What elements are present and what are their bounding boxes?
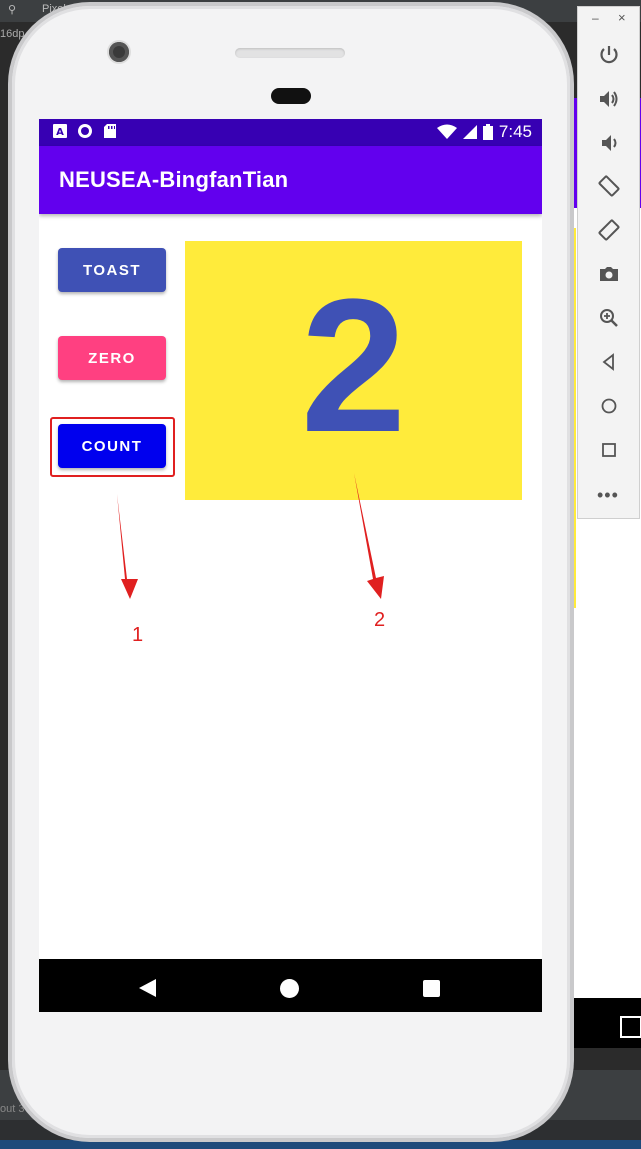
battery-icon — [482, 124, 493, 140]
back-icon[interactable] — [595, 348, 623, 376]
search-icon[interactable]: ⚲ — [8, 3, 16, 16]
home-icon[interactable] — [280, 979, 299, 998]
zero-button[interactable]: ZERO — [58, 336, 166, 380]
more-icon[interactable]: ••• — [597, 485, 619, 506]
signal-icon — [462, 125, 477, 139]
count-button[interactable]: COUNT — [58, 424, 166, 468]
recents-icon[interactable] — [423, 980, 440, 997]
camera-icon[interactable] — [595, 260, 623, 288]
volume-up-icon[interactable] — [595, 85, 623, 113]
circle-icon — [78, 124, 92, 138]
home-icon[interactable] — [595, 392, 623, 420]
navigation-bar — [39, 959, 542, 1012]
background-recents-icon — [620, 1016, 641, 1038]
ide-bottom-label: out 3 — [0, 1103, 25, 1115]
zoom-icon[interactable] — [595, 304, 623, 332]
ide-bottom-strip — [0, 1140, 641, 1149]
power-icon[interactable] — [595, 41, 623, 69]
counter-display: 2 — [185, 241, 522, 500]
phone-frame: A 7:45 NEUSEA-BingfanTian TOAST ZERO COU… — [12, 6, 570, 1138]
volume-down-icon[interactable] — [595, 129, 623, 157]
earpiece-speaker — [235, 48, 345, 58]
rotate-left-icon[interactable] — [595, 172, 623, 200]
close-button[interactable]: × — [618, 10, 626, 25]
a-icon: A — [53, 124, 67, 138]
emulator-toolbar: – × ••• — [577, 6, 640, 519]
annotation-label-2: 2 — [374, 609, 386, 631]
annotation-label-1: 1 — [132, 624, 144, 646]
status-bar: A 7:45 — [39, 119, 542, 146]
svg-text:A: A — [56, 127, 64, 138]
overview-icon[interactable] — [595, 436, 623, 464]
front-camera — [109, 42, 129, 62]
back-icon[interactable] — [139, 979, 156, 997]
minimize-button[interactable]: – — [592, 11, 599, 25]
app-title: NEUSEA-BingfanTian — [59, 167, 289, 192]
wifi-icon — [436, 124, 457, 139]
ide-dp-label: 16dp — [0, 28, 25, 40]
sd-card-icon — [104, 124, 116, 138]
proximity-sensor — [271, 88, 311, 104]
status-time: 7:45 — [498, 122, 532, 141]
rotate-right-icon[interactable] — [595, 216, 623, 244]
app-bar: NEUSEA-BingfanTian — [39, 146, 542, 214]
arrow-1 — [117, 494, 138, 599]
toast-button[interactable]: TOAST — [58, 248, 166, 292]
counter-value: 2 — [300, 259, 407, 472]
phone-screen: A 7:45 NEUSEA-BingfanTian TOAST ZERO COU… — [39, 119, 542, 1012]
